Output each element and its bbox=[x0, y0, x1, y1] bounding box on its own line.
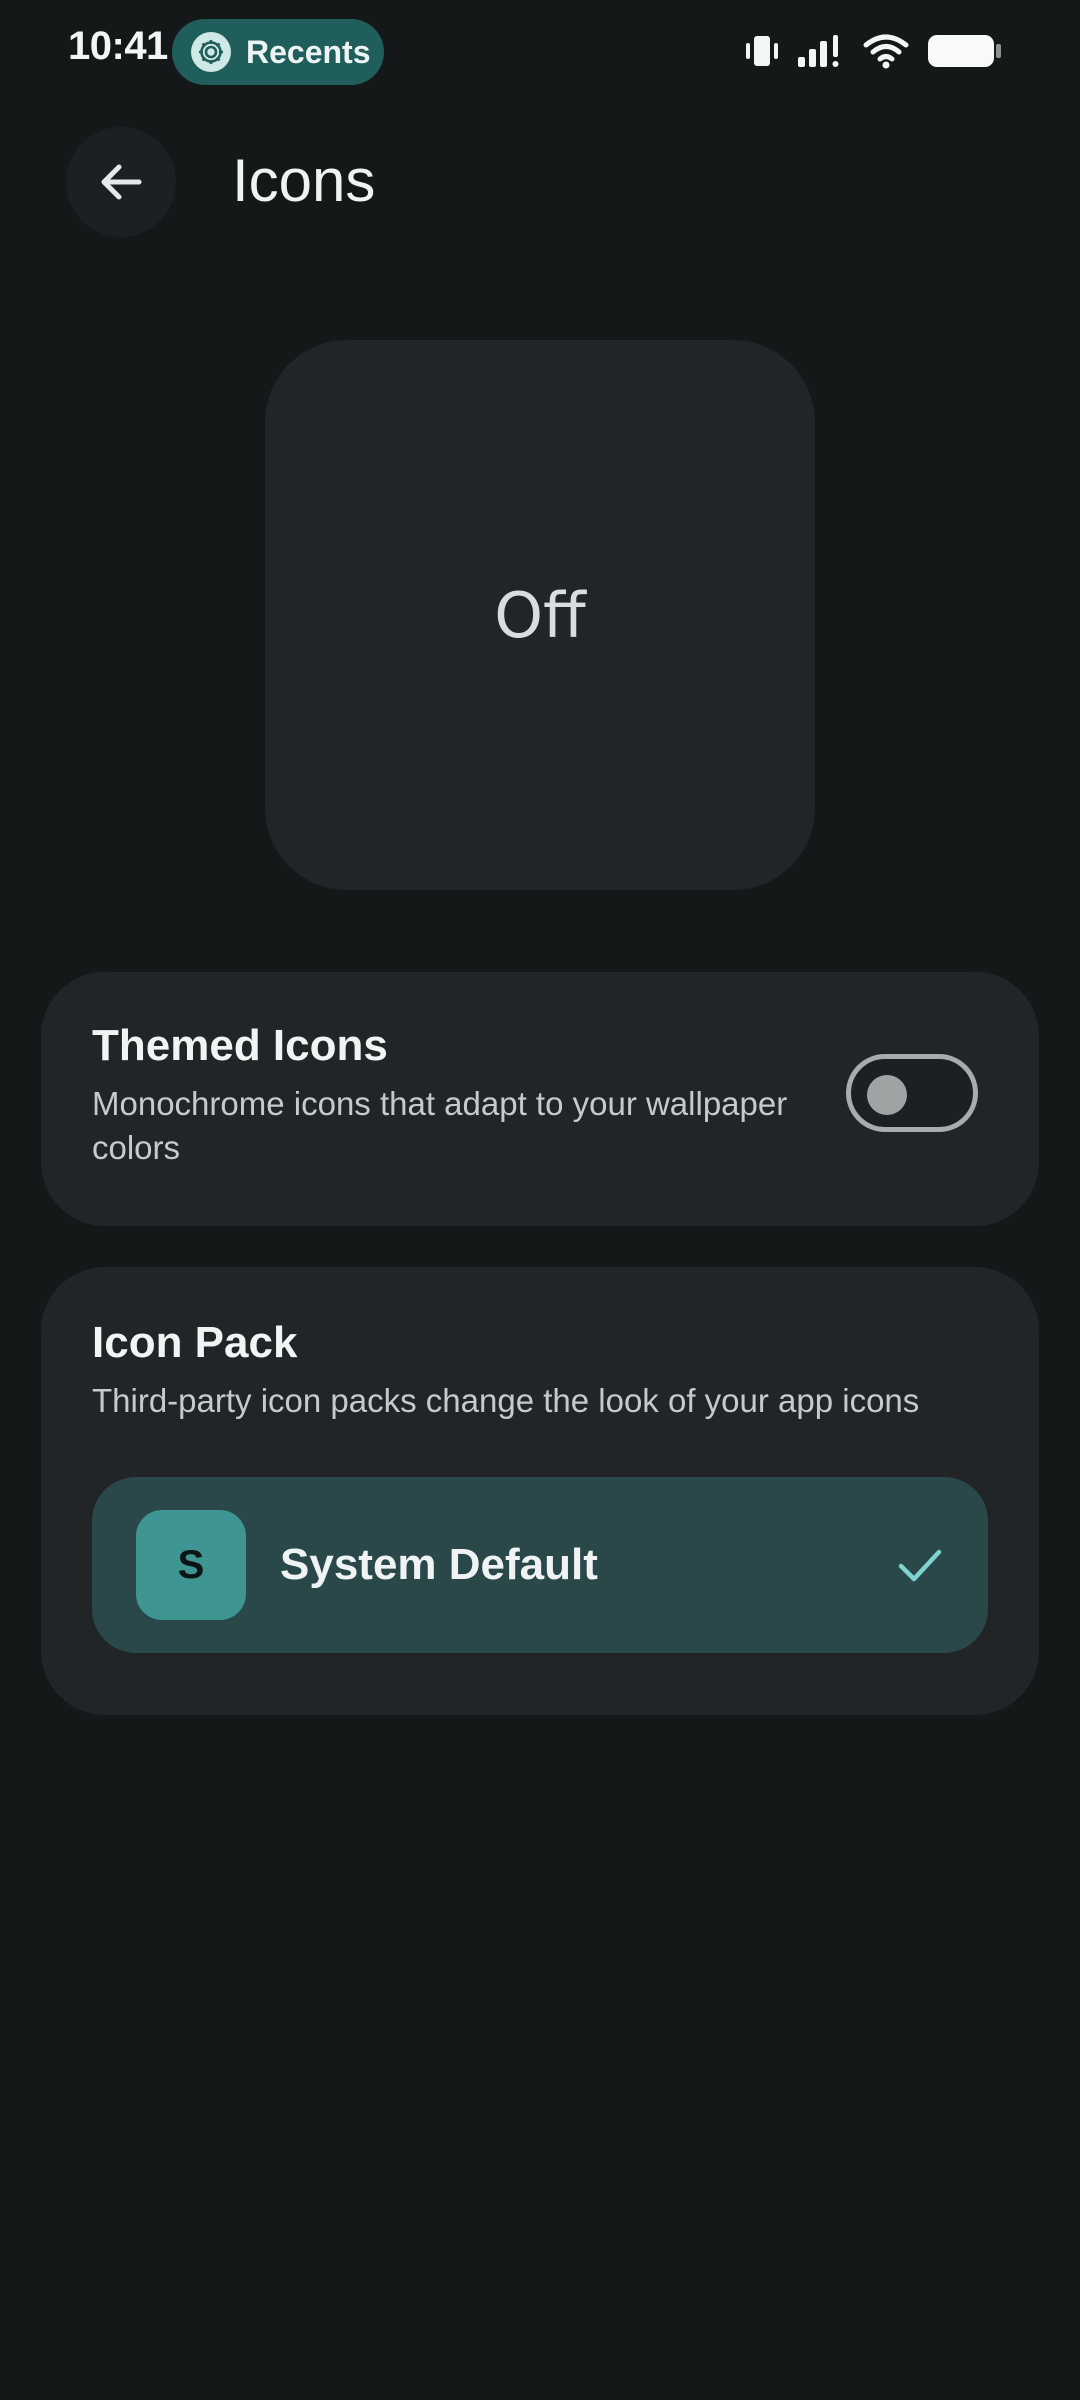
signal-icon bbox=[798, 35, 839, 67]
preview-state-text: Off bbox=[494, 578, 586, 652]
wifi-icon bbox=[863, 34, 909, 69]
status-icons bbox=[744, 28, 1004, 74]
icon-pack-letter: S bbox=[177, 1542, 205, 1587]
icon-preview-tile: Off bbox=[265, 340, 815, 890]
icon-pack-option-label: System Default bbox=[280, 1540, 598, 1589]
toggle-knob bbox=[867, 1075, 907, 1115]
icon-pack-card: Icon Pack Third-party icon packs change … bbox=[41, 1267, 1039, 1715]
themed-icons-toggle[interactable] bbox=[846, 1054, 978, 1132]
themed-icons-title: Themed Icons bbox=[92, 1021, 388, 1070]
icon-pack-description: Third-party icon packs change the look o… bbox=[92, 1382, 920, 1419]
icon-pack-letter-tile: S bbox=[136, 1510, 246, 1620]
back-button[interactable] bbox=[66, 127, 176, 237]
gear-icon bbox=[191, 32, 231, 72]
page-title: Icons bbox=[232, 147, 376, 214]
status-bar: 10:41 Recents bbox=[0, 0, 1080, 104]
recents-pill[interactable]: Recents bbox=[172, 19, 384, 85]
arrow-back-icon bbox=[101, 164, 142, 200]
battery-icon bbox=[928, 35, 1001, 67]
themed-icons-card[interactable]: Themed Icons Monochrome icons that adapt… bbox=[41, 972, 1039, 1226]
check-icon bbox=[898, 1549, 942, 1582]
icon-pack-option-system-default[interactable]: S System Default bbox=[92, 1477, 988, 1653]
vibrate-icon bbox=[746, 36, 778, 66]
recents-label: Recents bbox=[246, 33, 371, 70]
icon-pack-title: Icon Pack bbox=[92, 1318, 298, 1367]
status-time: 10:41 bbox=[68, 24, 168, 68]
themed-icons-description: Monochrome icons that adapt to your wall… bbox=[92, 1085, 788, 1166]
